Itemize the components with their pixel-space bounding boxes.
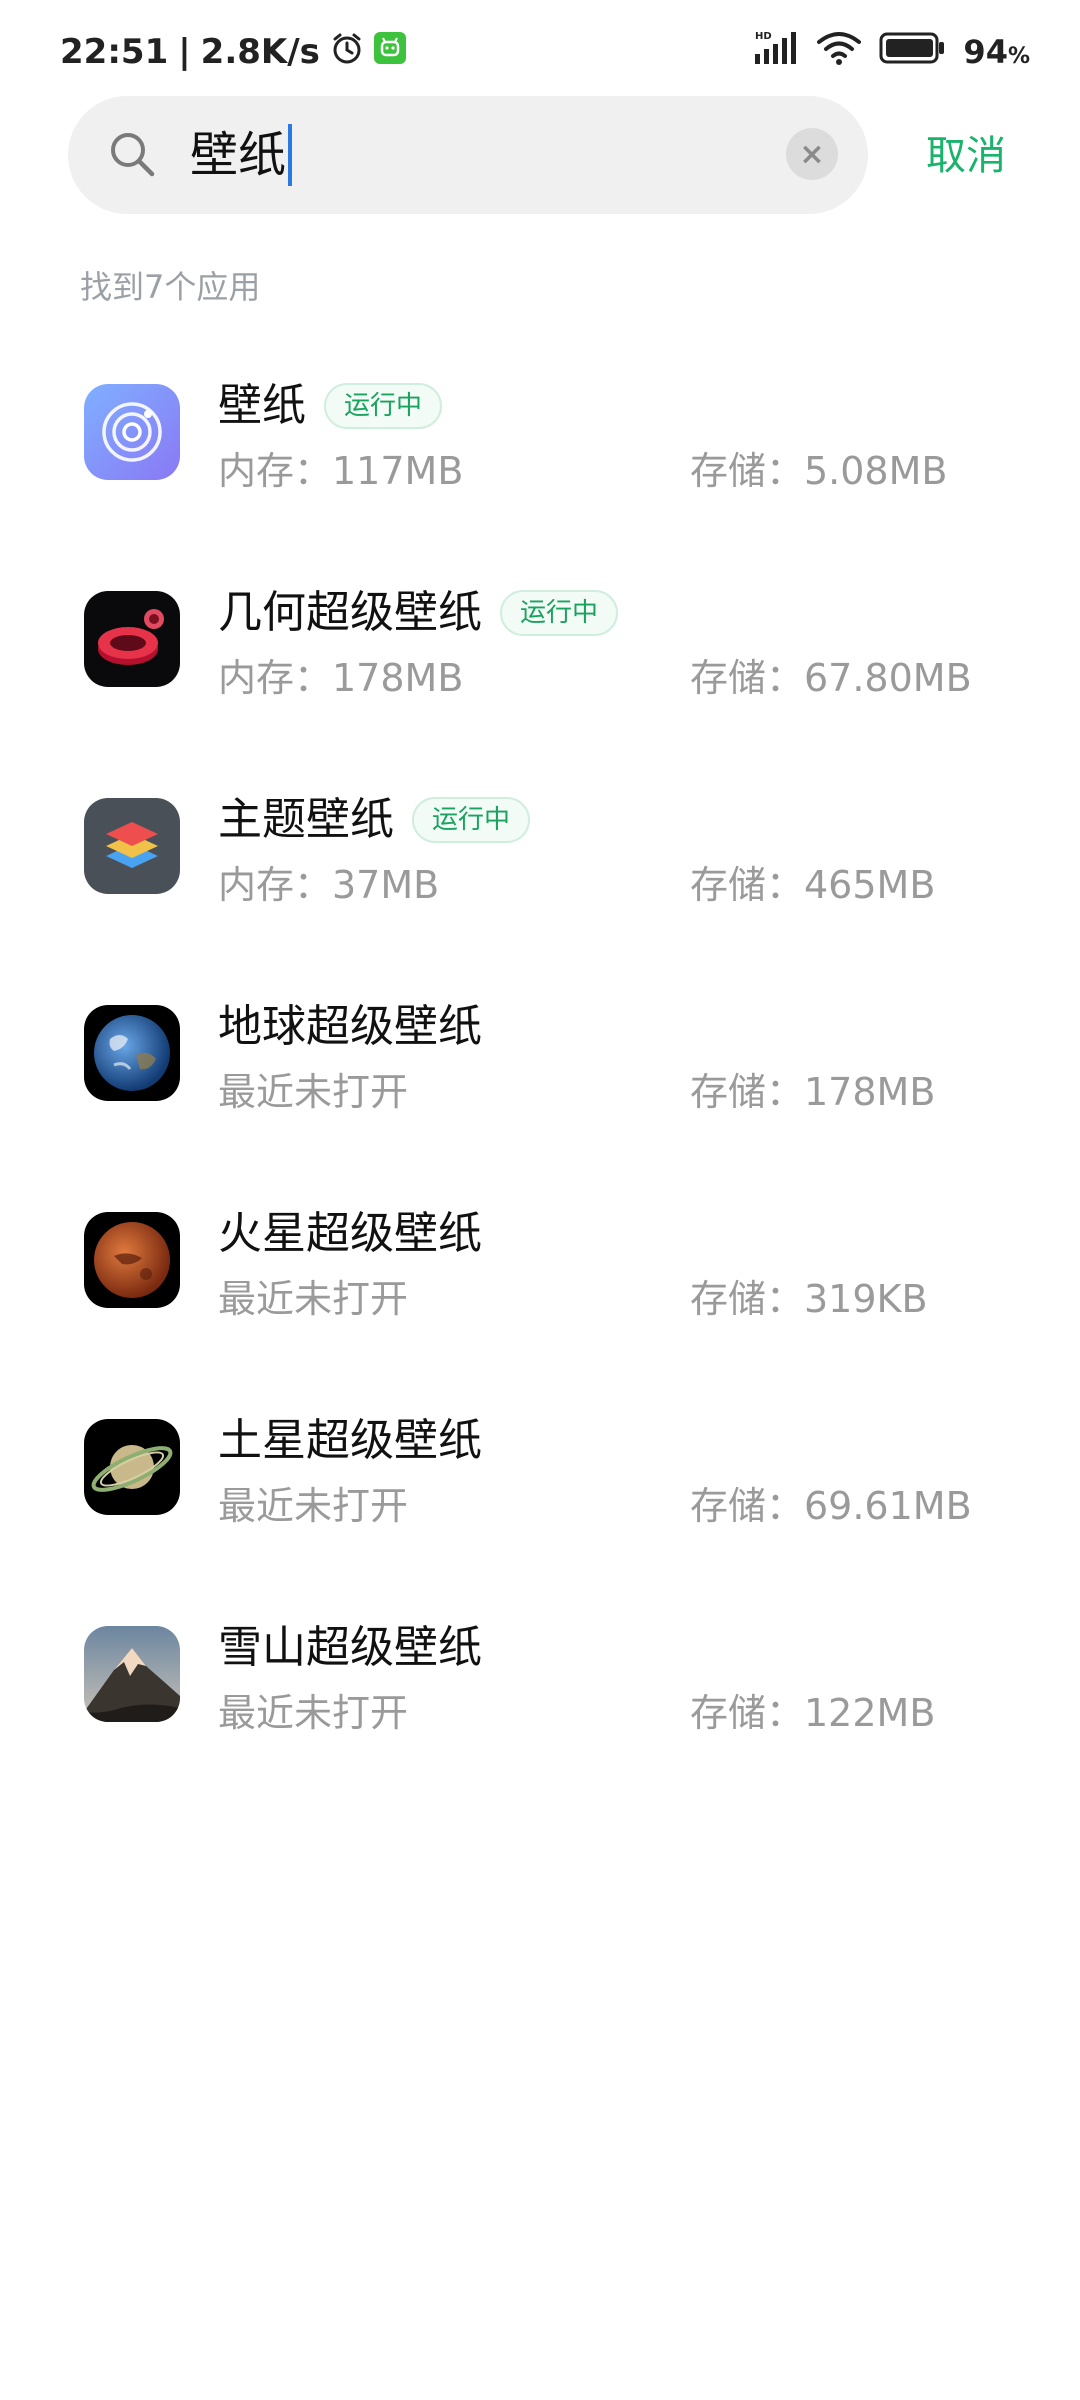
battery-level: 94%: [963, 33, 1030, 71]
theme-wallpaper-app-icon: [84, 798, 180, 894]
status-bar: 22:51 | 2.8K/s HD 94%: [0, 0, 1080, 100]
app-memory: 内存：117MB: [218, 449, 464, 493]
search-query: 壁纸: [190, 127, 287, 183]
app-row-theme-wallpaper[interactable]: 主题壁纸 运行中 内存：37MB 存储：465MB: [0, 764, 1080, 971]
app-storage: 存储：5.08MB: [690, 449, 948, 493]
search-query-text[interactable]: 壁纸: [190, 124, 293, 186]
signal-icon: HD: [755, 30, 799, 74]
app-name: 主题壁纸: [218, 794, 394, 845]
result-count: 找到7个应用: [80, 268, 261, 306]
app-name: 几何超级壁纸: [218, 587, 482, 638]
app-last-opened: 最近未打开: [218, 1691, 409, 1735]
search-input[interactable]: 壁纸 ×: [68, 96, 868, 214]
earth-wallpaper-app-icon: [84, 1005, 180, 1101]
app-storage: 存储：122MB: [690, 1691, 936, 1735]
app-row-mars-wallpaper[interactable]: 火星超级壁纸 最近未打开 存储：319KB: [0, 1178, 1080, 1385]
status-right: HD 94%: [755, 28, 1030, 76]
app-title: 雪山超级壁纸: [218, 1620, 482, 1676]
app-notification-icon: [373, 31, 406, 73]
app-storage: 存储：465MB: [690, 863, 936, 907]
status-separator: |: [178, 32, 191, 72]
app-title: 主题壁纸 运行中: [218, 792, 531, 848]
app-title: 土星超级壁纸: [218, 1413, 482, 1469]
app-name: 雪山超级壁纸: [218, 1622, 482, 1673]
app-storage: 存储：67.80MB: [690, 656, 972, 700]
text-caret: [288, 124, 293, 186]
wallpaper-app-icon: [84, 384, 180, 480]
app-storage: 存储：69.61MB: [690, 1484, 972, 1528]
mars-wallpaper-app-icon: [84, 1212, 180, 1308]
alarm-icon: [330, 31, 364, 74]
cancel-button[interactable]: 取消: [926, 126, 1006, 186]
app-memory: 内存：178MB: [218, 656, 464, 700]
app-last-opened: 最近未打开: [218, 1070, 409, 1114]
close-icon: ×: [799, 136, 825, 172]
app-title: 地球超级壁纸: [218, 999, 482, 1055]
running-badge: 运行中: [324, 383, 443, 429]
running-badge: 运行中: [412, 797, 531, 843]
app-row-saturn-wallpaper[interactable]: 土星超级壁纸 最近未打开 存储：69.61MB: [0, 1385, 1080, 1592]
app-name: 土星超级壁纸: [218, 1415, 482, 1466]
battery-unit: %: [1007, 44, 1030, 69]
wifi-icon: [817, 30, 862, 74]
saturn-wallpaper-app-icon: [84, 1419, 180, 1515]
app-name: 地球超级壁纸: [218, 1001, 482, 1052]
app-row-snow-mountain-wallpaper[interactable]: 雪山超级壁纸 最近未打开 存储：122MB: [0, 1592, 1080, 1799]
app-memory: 内存：37MB: [218, 863, 440, 907]
status-speed: 2.8K/s: [200, 32, 320, 72]
running-badge: 运行中: [500, 590, 619, 636]
search-icon: [106, 128, 160, 182]
app-storage: 存储：319KB: [690, 1277, 928, 1321]
geometry-wallpaper-app-icon: [84, 591, 180, 687]
app-storage: 存储：178MB: [690, 1070, 936, 1114]
app-row-geometry-wallpaper[interactable]: 几何超级壁纸 运行中 内存：178MB 存储：67.80MB: [0, 557, 1080, 764]
app-name: 火星超级壁纸: [218, 1208, 482, 1259]
hd-label: HD: [755, 31, 772, 42]
app-row-wallpaper[interactable]: 壁纸 运行中 内存：117MB 存储：5.08MB: [0, 350, 1080, 557]
app-row-earth-wallpaper[interactable]: 地球超级壁纸 最近未打开 存储：178MB: [0, 971, 1080, 1178]
battery-percent: 94: [963, 33, 1008, 71]
battery-icon: [879, 31, 945, 73]
search-row: 壁纸 × 取消: [0, 96, 1080, 216]
app-title: 壁纸 运行中: [218, 378, 443, 434]
app-title: 几何超级壁纸 运行中: [218, 585, 619, 641]
app-name: 壁纸: [218, 380, 306, 431]
app-last-opened: 最近未打开: [218, 1277, 409, 1321]
status-time: 22:51: [60, 32, 169, 72]
app-last-opened: 最近未打开: [218, 1484, 409, 1528]
clear-search-button[interactable]: ×: [786, 128, 838, 180]
app-title: 火星超级壁纸: [218, 1206, 482, 1262]
snow-mountain-wallpaper-app-icon: [84, 1626, 180, 1722]
status-left: 22:51 | 2.8K/s: [60, 28, 406, 76]
